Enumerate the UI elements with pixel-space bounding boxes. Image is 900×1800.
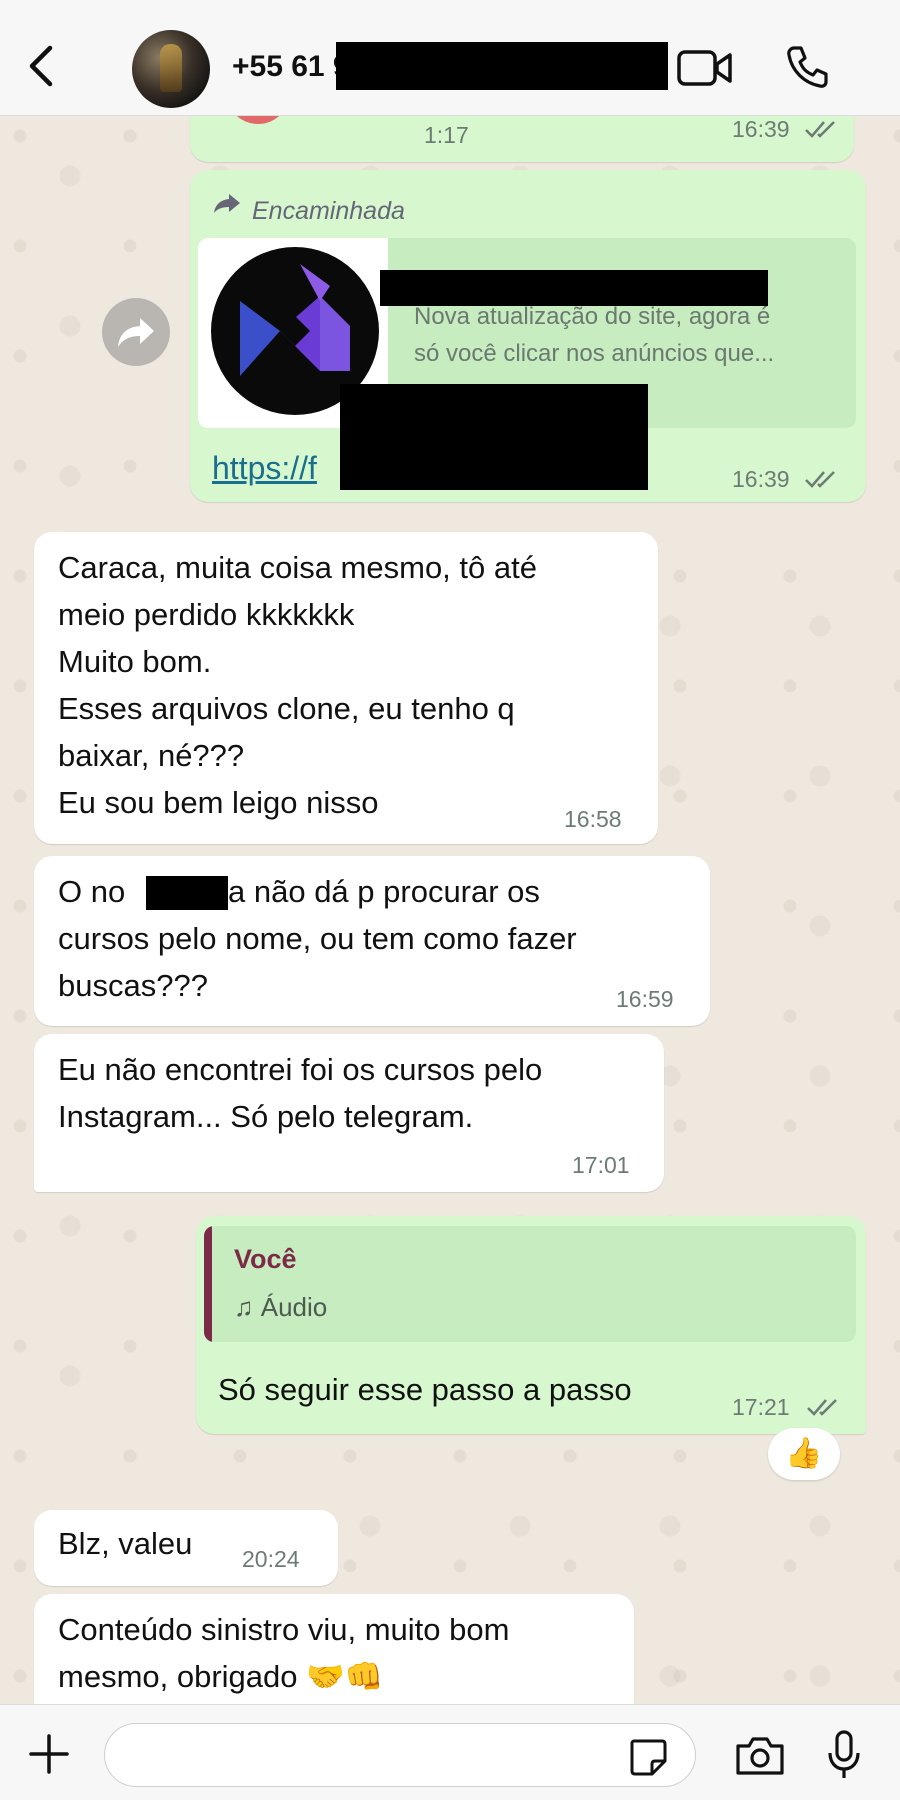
video-camera-icon[interactable] [676, 48, 734, 88]
camera-icon[interactable] [734, 1735, 786, 1777]
phone-icon[interactable] [784, 44, 830, 90]
forward-arrow-icon [118, 318, 154, 347]
plus-icon[interactable] [28, 1733, 70, 1775]
quote-audio-label: ♫ Áudio [234, 1292, 328, 1322]
quoted-message[interactable]: Você ♫ Áudio [204, 1226, 856, 1342]
microphone-icon[interactable] [826, 1729, 862, 1781]
quote-accent-bar [204, 1226, 212, 1342]
redaction-bar [380, 270, 768, 306]
message-text: Eu não encontrei foi os cursos pelo Inst… [58, 1052, 543, 1134]
message-input[interactable] [104, 1723, 696, 1787]
thumbs-up-reaction[interactable]: 👍 [768, 1428, 840, 1480]
double-check-icon [805, 471, 835, 488]
contact-name[interactable]: +55 61 9 [232, 50, 350, 84]
incoming-message-bubble[interactable]: Conteúdo sinistro viu, muito bom mesmo, … [34, 1594, 634, 1712]
double-check-icon [805, 121, 835, 138]
message-text: cursos pelo nome, ou tem como fazer busc… [58, 921, 577, 1003]
message-time: 20:24 [242, 1546, 300, 1572]
message-link[interactable]: https://f [212, 450, 317, 487]
message-text: O no [58, 874, 126, 909]
message-time: 16:58 [564, 806, 622, 832]
message-time: 16:59 [616, 986, 674, 1012]
message-text: Só seguir esse passo a passo [218, 1372, 632, 1407]
chevron-left-icon[interactable] [24, 44, 58, 88]
chat-header: +55 61 9 [0, 0, 900, 116]
forwarded-label: Encaminhada [252, 197, 405, 225]
message-text: Conteúdo sinistro viu, muito bom mesmo, … [58, 1612, 510, 1694]
redaction-bar [146, 876, 228, 910]
message-time: 17:21 [732, 1394, 790, 1420]
message-composer [0, 1704, 900, 1800]
incoming-message-bubble[interactable]: Blz, valeu 20:24 [34, 1510, 338, 1586]
forward-button[interactable] [102, 298, 170, 366]
redaction-bar [340, 384, 648, 490]
quote-author: Você [234, 1244, 297, 1274]
contact-avatar[interactable] [132, 30, 210, 108]
double-check-icon [807, 1399, 837, 1416]
forwarded-icon [214, 194, 240, 213]
incoming-message-bubble[interactable]: Eu não encontrei foi os cursos pelo Inst… [34, 1034, 664, 1192]
audio-duration: 1:17 [424, 122, 469, 148]
link-preview-description: Nova atualização do site, agora é só voc… [414, 303, 775, 367]
message-text: Caraca, muita coisa mesmo, tô até meio p… [58, 550, 537, 820]
sticker-icon[interactable] [628, 1737, 668, 1777]
message-text: Blz, valeu [58, 1526, 193, 1561]
message-time: 17:01 [572, 1152, 630, 1178]
redaction-bar [336, 42, 668, 90]
message-text: a não dá p procurar os [228, 874, 540, 909]
message-time: 16:39 [732, 466, 790, 492]
incoming-message-bubble[interactable]: Caraca, muita coisa mesmo, tô até meio p… [34, 532, 658, 844]
message-time: 16:39 [732, 116, 790, 142]
incoming-message-bubble[interactable]: O no a não dá p procurar os cursos pelo … [34, 856, 710, 1026]
